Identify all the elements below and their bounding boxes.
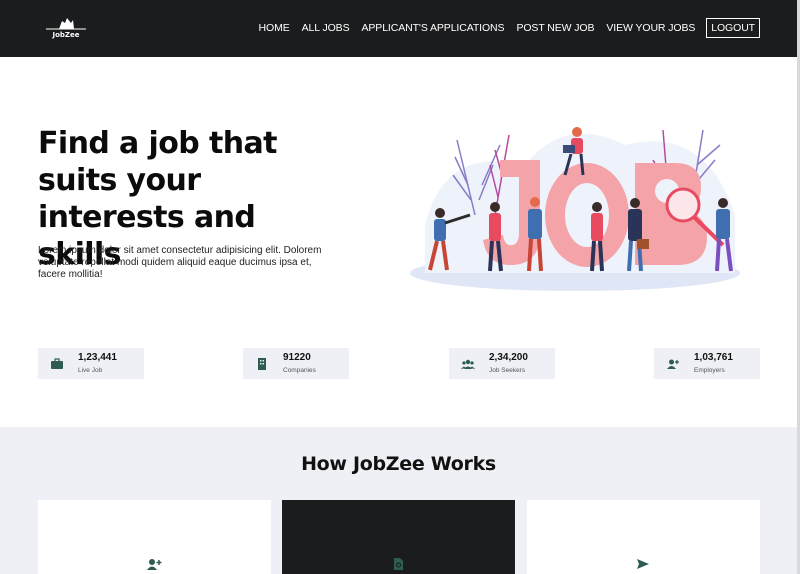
stat-value: 1,23,441 [78, 352, 117, 363]
how-it-works-title: How JobZee Works [301, 453, 496, 475]
brand-name: JobZee [52, 31, 80, 39]
nav-menu: HOME ALL JOBS APPLICANT'S APPLICATIONS P… [247, 18, 760, 38]
stat-companies: 91220 Companies [243, 348, 349, 379]
building-icon [258, 358, 266, 370]
stat-label: Companies [283, 367, 316, 374]
user-plus-icon [147, 559, 162, 570]
brand-logo[interactable]: JobZee [44, 14, 88, 42]
nav-all-jobs[interactable]: ALL JOBS [302, 22, 350, 34]
stat-label: Live Job [78, 367, 103, 374]
nav-view-your-jobs[interactable]: VIEW YOUR JOBS [606, 22, 695, 34]
navbar: JobZee HOME ALL JOBS APPLICANT'S APPLICA… [0, 0, 797, 57]
nav-home[interactable]: HOME [259, 22, 290, 34]
user-plus-icon [667, 359, 679, 369]
stat-label: Job Seekers [489, 367, 526, 374]
how-card-create-account [38, 500, 271, 574]
stat-label: Employers [694, 367, 725, 374]
laptop-logo-icon [46, 18, 86, 30]
hero-description: Lorem ipsum dolor sit amet consectetur a… [38, 245, 322, 280]
how-it-works-section: How JobZee Works [0, 427, 797, 574]
stat-value: 91220 [283, 352, 311, 363]
file-search-icon [394, 558, 403, 570]
stat-value: 1,03,761 [694, 352, 733, 363]
stat-live-jobs: 1,23,441 Live Job [38, 348, 144, 379]
stat-job-seekers: 2,34,200 Job Seekers [449, 348, 555, 379]
logout-button[interactable]: LOGOUT [706, 18, 760, 38]
stat-employers: 1,03,761 Employers [654, 348, 760, 379]
stat-value: 2,34,200 [489, 352, 528, 363]
nav-post-new-job[interactable]: POST NEW JOB [516, 22, 594, 34]
job-search-illustration [405, 105, 755, 300]
briefcase-icon [51, 358, 63, 369]
how-card-apply-job [527, 500, 760, 574]
how-card-find-job [282, 500, 515, 574]
nav-applicants-applications[interactable]: APPLICANT'S APPLICATIONS [361, 22, 504, 34]
users-icon [461, 359, 475, 369]
send-icon [637, 559, 649, 569]
